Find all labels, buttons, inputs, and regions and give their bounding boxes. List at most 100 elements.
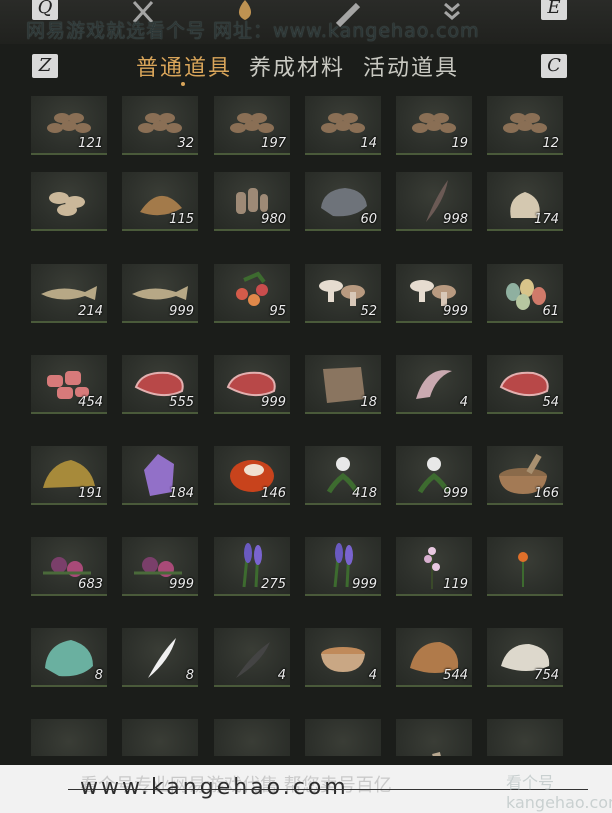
inventory-slot[interactable]: 999 xyxy=(305,537,381,596)
item-count: 4 xyxy=(459,395,468,410)
item-count: 999 xyxy=(169,304,194,319)
item-count: 32 xyxy=(177,136,194,151)
inventory-slot[interactable]: 14 xyxy=(305,96,381,155)
item-count: 4 xyxy=(277,668,286,683)
inventory-slot[interactable]: 4 xyxy=(214,628,290,687)
inventory-slot[interactable]: 19 xyxy=(396,96,472,155)
item-count: 683 xyxy=(78,577,103,592)
e-hotkey[interactable]: E xyxy=(541,0,567,20)
item-count: 115 xyxy=(169,212,194,227)
inventory-slot[interactable]: 184 xyxy=(122,446,198,505)
item-count: 12 xyxy=(542,136,559,151)
item-count: 19 xyxy=(451,136,468,151)
inventory-slot[interactable]: 555 xyxy=(122,355,198,414)
inventory-slot[interactable]: 998 xyxy=(396,172,472,231)
inventory-slot[interactable]: 683 xyxy=(31,537,107,596)
item-count: 191 xyxy=(78,486,103,501)
top-bar: Q E 网易游戏就选看个号 网址：www.kangehao.com xyxy=(0,0,612,44)
item-count: 8 xyxy=(94,668,103,683)
inventory-slot[interactable]: 115 xyxy=(122,172,198,231)
inventory-slot[interactable]: 32 xyxy=(122,96,198,155)
item-count: 197 xyxy=(261,136,286,151)
item-count: 119 xyxy=(443,577,468,592)
inventory-slot[interactable]: 214 xyxy=(31,264,107,323)
inventory-slot[interactable]: 4 xyxy=(396,355,472,414)
inventory-slot[interactable]: 754 xyxy=(487,628,563,687)
inventory-slot[interactable]: 999 xyxy=(396,264,472,323)
inventory-slot[interactable]: 999 xyxy=(122,264,198,323)
inventory-slot[interactable]: 197 xyxy=(214,96,290,155)
inventory-slot[interactable]: 999 xyxy=(396,446,472,505)
active-tab-indicator xyxy=(181,82,185,86)
inventory-slot[interactable]: 174 xyxy=(487,172,563,231)
item-count: 184 xyxy=(169,486,194,501)
item-grid: 121 32 197 14 19 12 115 980 60 998 174 214 999 95 52 99… xyxy=(31,96,571,756)
iron-ore-icon xyxy=(214,719,290,756)
inventory-slot[interactable] xyxy=(122,719,198,756)
inventory-slot[interactable]: 454 xyxy=(31,355,107,414)
item-count: 555 xyxy=(169,395,194,410)
item-count: 166 xyxy=(534,486,559,501)
item-count: 4 xyxy=(368,668,377,683)
inventory-slot[interactable] xyxy=(214,719,290,756)
inventory-slot[interactable]: 191 xyxy=(31,446,107,505)
inventory-slot[interactable]: 4 xyxy=(305,628,381,687)
banner-url: www.kangehao.com xyxy=(80,775,349,800)
ore-icon xyxy=(31,719,107,756)
inventory-slot[interactable]: 60 xyxy=(305,172,381,231)
inventory-slot[interactable]: 544 xyxy=(396,628,472,687)
item-count: 14 xyxy=(360,136,377,151)
inventory-slot[interactable]: 119 xyxy=(396,537,472,596)
item-count: 18 xyxy=(360,395,377,410)
inventory-slot[interactable]: 999 xyxy=(214,355,290,414)
inventory-slot[interactable]: 12 xyxy=(487,96,563,155)
melon-icon xyxy=(487,719,563,756)
z-hotkey[interactable]: Z xyxy=(32,54,58,78)
inventory-slot[interactable]: 8 xyxy=(122,628,198,687)
inventory-slot[interactable] xyxy=(305,719,381,756)
item-count: 980 xyxy=(261,212,286,227)
inventory-slot[interactable]: 146 xyxy=(214,446,290,505)
inventory-slot[interactable]: 54 xyxy=(487,355,563,414)
tab-common-items[interactable]: 普通道具 xyxy=(136,50,232,82)
item-count: 418 xyxy=(352,486,377,501)
item-count: 214 xyxy=(78,304,103,319)
inventory-slot[interactable]: 166 xyxy=(487,446,563,505)
inventory-slot[interactable]: 61 xyxy=(487,264,563,323)
orange-flower-icon xyxy=(518,552,528,587)
iron-ore-icon xyxy=(122,719,198,756)
item-count: 8 xyxy=(185,668,194,683)
watermark-banner: 看个号专业网易游戏代售 帮您卖号百亿 www.kangehao.com 看个号 … xyxy=(0,765,612,813)
inventory-slot[interactable] xyxy=(396,719,472,756)
log-bundle-icon xyxy=(49,192,85,216)
item-count: 544 xyxy=(443,668,468,683)
c-hotkey[interactable]: C xyxy=(541,54,567,78)
inventory-slot[interactable] xyxy=(487,719,563,756)
item-count: 95 xyxy=(269,304,286,319)
inventory-slot[interactable]: 999 xyxy=(122,537,198,596)
inventory-slot[interactable]: 418 xyxy=(305,446,381,505)
inventory-slot[interactable]: 275 xyxy=(214,537,290,596)
inventory-slot[interactable] xyxy=(31,719,107,756)
item-count: 454 xyxy=(78,395,103,410)
watermark-text: 网易游戏就选看个号 网址：www.kangehao.com xyxy=(26,20,480,42)
bone-icon xyxy=(432,752,441,756)
item-count: 52 xyxy=(360,304,377,319)
inventory-slot[interactable]: 8 xyxy=(31,628,107,687)
inventory-slot[interactable]: 95 xyxy=(214,264,290,323)
item-count: 998 xyxy=(443,212,468,227)
inventory-slot[interactable]: 980 xyxy=(214,172,290,231)
inventory-slot[interactable] xyxy=(31,172,107,231)
item-count: 61 xyxy=(542,304,559,319)
inventory-slot[interactable]: 121 xyxy=(31,96,107,155)
banner-logo: 看个号 kangehao.com xyxy=(506,773,612,812)
tab-event-items[interactable]: 活动道具 xyxy=(363,50,459,82)
inventory-slot[interactable]: 52 xyxy=(305,264,381,323)
item-count: 121 xyxy=(78,136,103,151)
tab-cultivation-materials[interactable]: 养成材料 xyxy=(249,50,345,82)
item-count: 54 xyxy=(542,395,559,410)
inventory-slot[interactable]: 18 xyxy=(305,355,381,414)
item-count: 754 xyxy=(534,668,559,683)
tab-row: Z 普通道具 养成材料 活动道具 C xyxy=(0,46,612,90)
inventory-slot[interactable] xyxy=(487,537,563,596)
